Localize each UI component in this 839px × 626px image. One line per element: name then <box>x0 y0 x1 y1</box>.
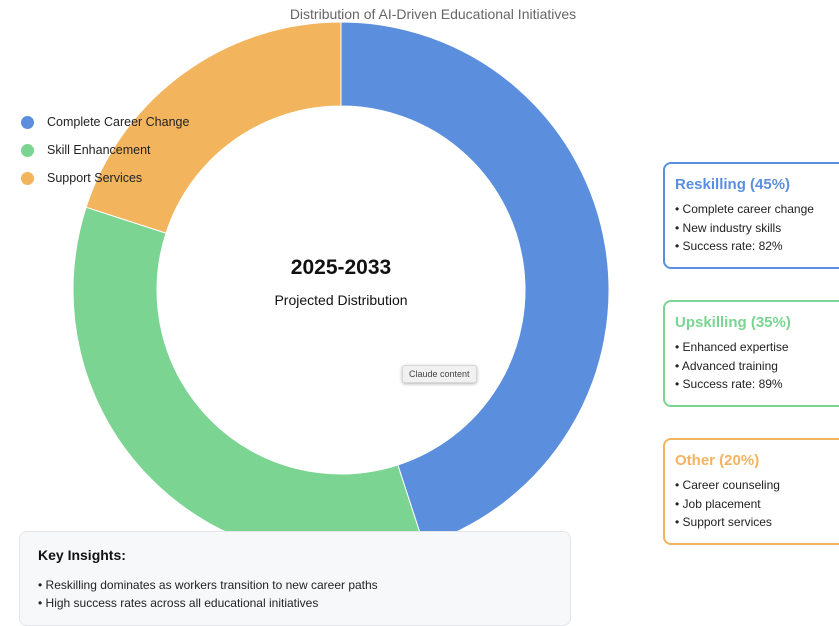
key-insights-panel: Key Insights: • Reskilling dominates as … <box>19 531 571 626</box>
chart-legend: Complete Career Change Skill Enhancement… <box>21 108 189 192</box>
legend-dot-icon <box>21 115 34 129</box>
donut-slice-career-change[interactable] <box>340 21 610 546</box>
card-line: • Job placement <box>675 496 761 511</box>
insights-title: Key Insights: <box>38 547 126 563</box>
card-upskilling: Upskilling (35%) • Enhanced expertise • … <box>663 300 839 407</box>
card-line: • Support services <box>675 515 772 529</box>
center-year-label: 2025-2033 <box>290 256 392 279</box>
legend-item-support-services[interactable]: Support Services <box>21 164 189 192</box>
legend-item-skill-enhancement[interactable]: Skill Enhancement <box>21 136 189 164</box>
card-line: • Career counseling <box>675 478 780 492</box>
card-reskilling: Reskilling (45%) • Complete career chang… <box>663 162 839 269</box>
card-line: • Complete career change <box>675 202 814 216</box>
card-line: • Enhanced expertise <box>675 340 789 354</box>
legend-label: Skill Enhancement <box>47 143 151 157</box>
card-line: • Advanced training <box>675 358 778 373</box>
tooltip: Claude content <box>402 365 477 383</box>
insight-line: • High success rates across all educatio… <box>38 596 319 610</box>
center-subtitle: Projected Distribution <box>274 292 408 308</box>
card-title: Other (20%) <box>675 452 760 469</box>
card-title: Upskilling (35%) <box>675 314 791 331</box>
legend-item-career-change[interactable]: Complete Career Change <box>21 108 189 136</box>
legend-dot-icon <box>21 143 34 157</box>
card-title: Reskilling (45%) <box>675 176 791 193</box>
card-line: • Success rate: 82% <box>675 239 783 253</box>
card-other: Other (20%) • Career counseling • Job pl… <box>663 438 839 545</box>
card-line: • Success rate: 89% <box>675 377 783 391</box>
insight-line: • Reskilling dominates as workers transi… <box>38 578 378 592</box>
legend-label: Support Services <box>47 171 143 185</box>
legend-dot-icon <box>21 171 34 185</box>
card-line: • New industry skills <box>675 220 782 235</box>
legend-label: Complete Career Change <box>47 115 190 129</box>
